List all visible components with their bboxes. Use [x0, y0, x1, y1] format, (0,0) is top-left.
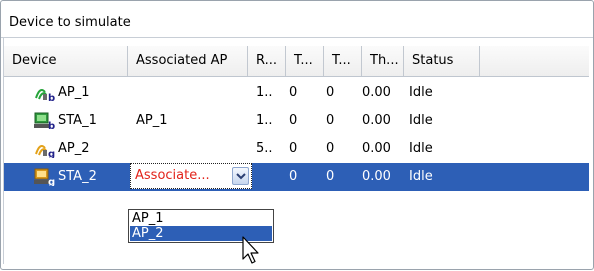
t1-value: 0 [289, 113, 298, 128]
device-label: AP_1 [58, 85, 90, 100]
svg-text:g: g [48, 177, 55, 186]
associated-ap-combobox[interactable]: Associate... [130, 163, 252, 189]
device-label: STA_1 [58, 113, 97, 128]
throughput-value: 0.00 [362, 113, 391, 128]
table-row[interactable]: b STA_1 AP_1 1.. 0 0 0.00 Idle [4, 107, 589, 135]
column-header-t1[interactable]: T... [286, 46, 324, 76]
t2-value: 0 [326, 141, 335, 156]
status-value: Idle [409, 113, 433, 128]
column-header-device[interactable]: Device [4, 46, 128, 76]
svg-text:b: b [48, 93, 55, 102]
t2-value: 0 [326, 113, 335, 128]
device-to-simulate-panel: Device to simulate Device Associated AP … [0, 0, 594, 270]
column-header-t2[interactable]: T... [324, 46, 362, 76]
column-header-status[interactable]: Status [404, 46, 480, 76]
status-value: Idle [409, 141, 433, 156]
table-row[interactable]: g AP_2 5.. 0 0 0.00 Idle [4, 135, 589, 163]
dropdown-option-ap-1[interactable]: AP_1 [130, 211, 272, 226]
chevron-down-icon[interactable] [232, 167, 249, 185]
column-header-associated-ap[interactable]: Associated AP [128, 46, 248, 76]
t1-value: 0 [289, 85, 298, 100]
status-value: Idle [409, 85, 433, 100]
sta-b-icon: b [34, 112, 56, 132]
panel-title: Device to simulate [9, 15, 131, 30]
r-value: 1.. [256, 85, 273, 100]
throughput-value: 0.00 [362, 141, 391, 156]
t1-value: 0 [289, 141, 298, 156]
device-table: Device Associated AP R... T... T... Th..… [3, 38, 589, 264]
table-row[interactable]: b AP_1 1.. 0 0 0.00 Idle [4, 79, 589, 107]
r-value: 1.. [256, 113, 273, 128]
ap-g-icon: g [34, 140, 56, 160]
device-label: AP_2 [58, 141, 90, 156]
status-value: Idle [409, 169, 433, 184]
ap-b-icon: b [34, 84, 56, 104]
r-value: 5.. [256, 141, 273, 156]
t2-value: 0 [326, 85, 335, 100]
throughput-value: 0.00 [362, 169, 391, 184]
svg-text:b: b [48, 121, 55, 130]
t2-value: 0 [326, 169, 335, 184]
svg-text:g: g [48, 149, 55, 158]
column-header-th[interactable]: Th... [362, 46, 404, 76]
sta-g-icon: g [34, 168, 56, 188]
associated-ap-combobox-value: Associate... [135, 168, 210, 183]
throughput-value: 0.00 [362, 85, 391, 100]
device-label: STA_2 [58, 169, 97, 184]
column-header-r[interactable]: R... [248, 46, 286, 76]
mouse-pointer-icon [241, 236, 265, 266]
table-header: Device Associated AP R... T... T... Th..… [4, 46, 589, 77]
t1-value: 0 [289, 169, 298, 184]
associated-ap-value: AP_1 [136, 113, 168, 128]
table-row-selected[interactable]: g STA_2 Associate... 0 0 0.00 Idle [4, 163, 589, 191]
